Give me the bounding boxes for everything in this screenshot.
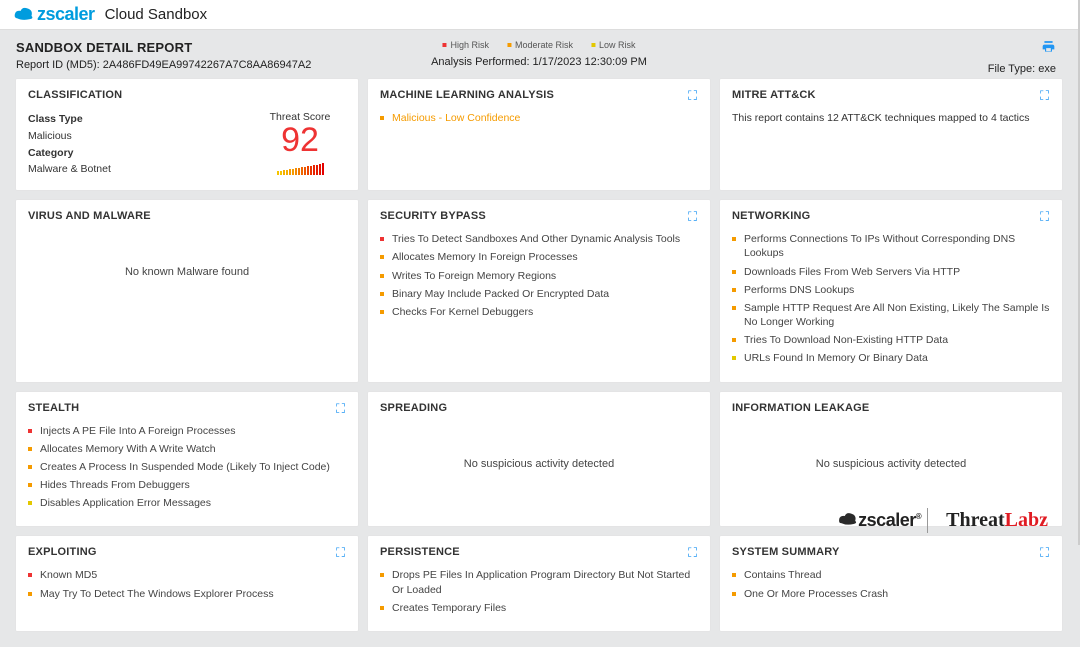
expand-icon[interactable] xyxy=(336,401,348,413)
card-virus: VIRUS AND MALWARE No known Malware found xyxy=(16,200,358,381)
analysis-performed: Analysis Performed: 1/17/2023 12:30:09 P… xyxy=(431,56,647,68)
footer-logos: zscaler® ThreatLabz xyxy=(832,508,1048,533)
expand-icon[interactable] xyxy=(688,545,700,557)
card-exploiting: EXPLOITING Known MD5 May Try To Detect T… xyxy=(16,536,358,631)
card-security-bypass: SECURITY BYPASS Tries To Detect Sandboxe… xyxy=(368,200,710,381)
threat-score: Threat Score 92 xyxy=(260,111,346,178)
expand-icon[interactable] xyxy=(1040,545,1052,557)
risk-legend: High Risk Moderate Risk Low Risk xyxy=(442,40,635,50)
expand-icon[interactable] xyxy=(336,545,348,557)
expand-icon[interactable] xyxy=(1040,209,1052,221)
topbar: zscaler Cloud Sandbox xyxy=(0,0,1078,30)
expand-icon[interactable] xyxy=(1040,88,1052,100)
card-ml-analysis: MACHINE LEARNING ANALYSIS Malicious - Lo… xyxy=(368,79,710,190)
card-classification: CLASSIFICATION Class Type Malicious Cate… xyxy=(16,79,358,190)
card-networking: NETWORKING Performs Connections To IPs W… xyxy=(720,200,1062,381)
card-system-summary: SYSTEM SUMMARY Contains Thread One Or Mo… xyxy=(720,536,1062,631)
cloud-swirl-icon xyxy=(14,6,34,24)
report-header: SANDBOX DETAIL REPORT Report ID (MD5): 2… xyxy=(0,30,1078,79)
threatlabz-logo: ThreatLabz xyxy=(946,509,1048,532)
expand-icon[interactable] xyxy=(688,88,700,100)
file-type: File Type: exe xyxy=(988,63,1056,75)
print-icon[interactable] xyxy=(988,40,1056,57)
zscaler-logo: zscaler xyxy=(14,4,95,25)
product-name: Cloud Sandbox xyxy=(105,6,208,23)
cards-grid: CLASSIFICATION Class Type Malicious Cate… xyxy=(0,79,1078,647)
card-persistence: PERSISTENCE Drops PE Files In Applicatio… xyxy=(368,536,710,631)
zscaler-footer-logo: zscaler® xyxy=(832,508,928,533)
card-spreading: SPREADING No suspicious activity detecte… xyxy=(368,392,710,527)
threat-gauge-icon xyxy=(260,163,340,175)
card-title: CLASSIFICATION xyxy=(28,89,346,101)
card-mitre: MITRE ATT&CK This report contains 12 ATT… xyxy=(720,79,1062,190)
card-stealth: STEALTH Injects A PE File Into A Foreign… xyxy=(16,392,358,527)
card-information-leakage: INFORMATION LEAKAGE No suspicious activi… xyxy=(720,392,1062,527)
expand-icon[interactable] xyxy=(688,209,700,221)
